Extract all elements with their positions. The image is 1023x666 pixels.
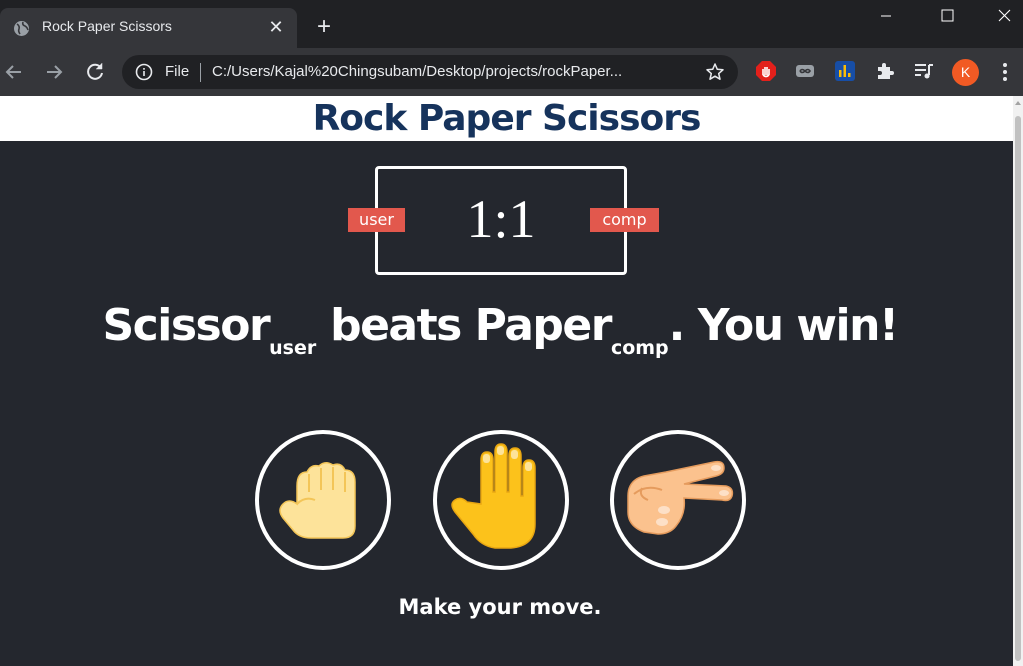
result-user-choice: Scissor: [102, 300, 270, 351]
scroll-up-arrow-icon[interactable]: [1015, 101, 1021, 105]
scrollbar-thumb[interactable]: [1015, 116, 1021, 661]
infinity-extension-icon[interactable]: [794, 60, 816, 82]
user-badge: user: [348, 208, 405, 232]
extensions-puzzle-icon[interactable]: [874, 60, 896, 82]
media-queue-icon[interactable]: [913, 60, 935, 82]
paper-hand-icon: [451, 443, 536, 549]
reload-icon[interactable]: [83, 60, 107, 84]
maximize-icon[interactable]: [924, 0, 970, 32]
browser-toolbar: File C:/Users/Kajal%20Chingsubam/Desktop…: [0, 48, 1023, 96]
result-suffix: . You win!: [668, 300, 899, 351]
scissors-hand-icon: [627, 460, 734, 535]
page-header: Rock Paper Scissors: [0, 96, 1013, 141]
bookmark-star-icon[interactable]: [705, 62, 725, 82]
paper-button[interactable]: [433, 430, 569, 570]
rock-button[interactable]: [255, 430, 391, 570]
address-separator: [200, 63, 201, 82]
comp-badge: comp: [590, 208, 659, 232]
rock-fist-icon: [279, 462, 356, 539]
tab-strip: Rock Paper Scissors ✕ +: [0, 0, 1023, 48]
scissors-button[interactable]: [610, 430, 746, 570]
browser-tab[interactable]: Rock Paper Scissors ✕: [0, 8, 297, 48]
url-scheme-label: File: [165, 63, 190, 80]
minimize-icon[interactable]: [863, 0, 909, 32]
profile-avatar[interactable]: K: [952, 59, 979, 86]
adblock-extension-icon[interactable]: [755, 60, 777, 82]
kebab-menu-icon[interactable]: [998, 60, 1012, 84]
result-user-sub: user: [269, 337, 317, 359]
result-comp-choice: Paper: [474, 300, 613, 351]
info-icon[interactable]: [135, 63, 153, 81]
forward-arrow-icon[interactable]: [42, 60, 66, 84]
url-text[interactable]: C:/Users/Kajal%20Chingsubam/Desktop/proj…: [212, 63, 697, 80]
close-tab-icon[interactable]: ✕: [266, 19, 286, 39]
window-close-icon[interactable]: [981, 0, 1023, 32]
tab-title: Rock Paper Scissors: [42, 18, 172, 34]
score-display: 1:1: [466, 189, 536, 249]
address-bar[interactable]: File C:/Users/Kajal%20Chingsubam/Desktop…: [122, 55, 738, 89]
globe-icon: [14, 21, 29, 36]
make-move-prompt: Make your move.: [398, 595, 602, 619]
back-arrow-icon[interactable]: [2, 60, 26, 84]
result-verb: beats: [316, 300, 475, 351]
result-comp-sub: comp: [610, 337, 669, 359]
analytics-extension-icon[interactable]: [834, 60, 856, 82]
new-tab-icon[interactable]: +: [312, 15, 336, 40]
result-message: Scissoruser beats Papercomp. You win!: [0, 300, 1000, 359]
page-title: Rock Paper Scissors: [312, 98, 702, 139]
